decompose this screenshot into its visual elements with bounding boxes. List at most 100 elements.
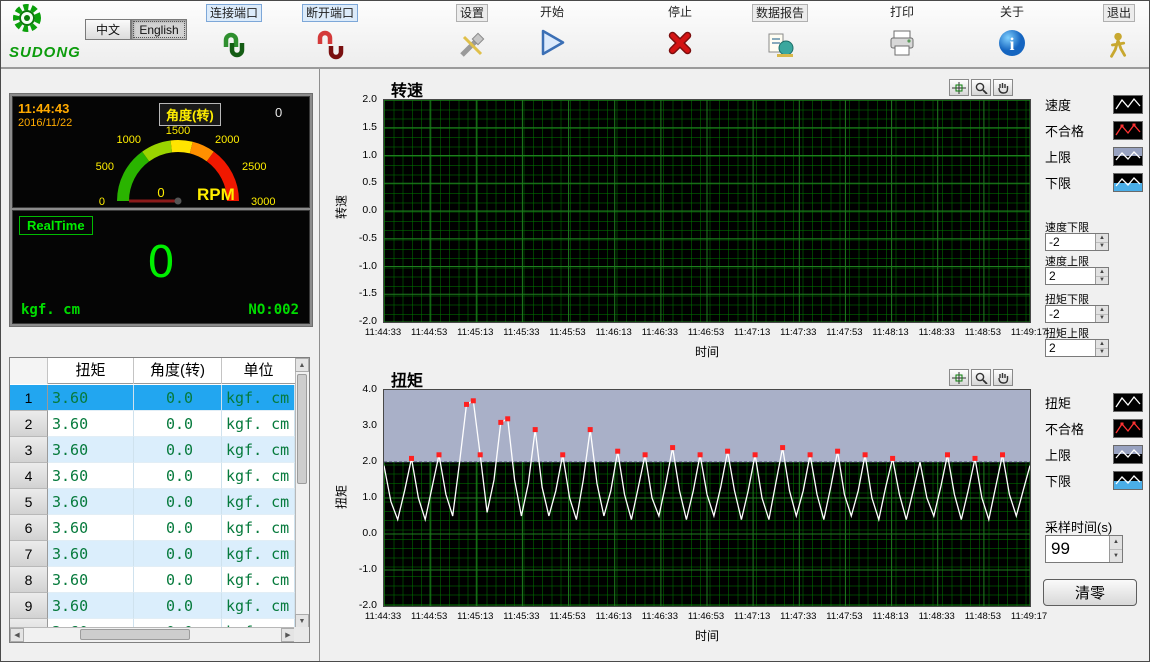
disconnect-port-button[interactable]: 断开端口 [295,4,365,62]
table-row[interactable]: 73.600.0kgf. cm [10,541,295,567]
speed-lower-limit-spinner[interactable]: -2 ▲▼ [1045,233,1109,251]
gear-logo-icon [9,3,49,39]
decrement-button[interactable]: ▼ [1096,349,1108,357]
table-row[interactable]: 93.600.0kgf. cm [10,593,295,619]
rpm-gauge: 0 500 1000 1500 2000 2500 3000 0 RPM [13,121,311,209]
connect-port-button[interactable]: 连接端口 [199,4,269,62]
x-tick-label: 11:46:13 [596,327,632,338]
table-row[interactable]: 43.600.0kgf. cm [10,463,295,489]
table-row[interactable]: 83.600.0kgf. cm [10,567,295,593]
data-report-icon [763,28,797,62]
pan-tool-button[interactable] [993,369,1013,386]
legend-item-upper-limit[interactable]: 上限 [1043,441,1145,467]
sample-time-value[interactable]: 99 [1046,536,1109,562]
torque-plot-area[interactable] [383,389,1031,607]
decrement-button[interactable]: ▼ [1096,243,1108,251]
decrement-button[interactable]: ▼ [1096,277,1108,285]
gauge-tick-1500: 1500 [166,125,190,137]
speed-lower-limit-value[interactable]: -2 [1046,234,1095,250]
exit-button[interactable]: 退出 [1091,4,1147,62]
table-cell: kgf. cm [222,437,295,463]
torque-upper-limit-spinner[interactable]: 2 ▲▼ [1045,339,1109,357]
row-number: 1 [10,385,48,411]
y-tick-label: 1.0 [362,149,377,161]
sample-time-label: 采样时间(s) [1045,517,1112,536]
scroll-up-button[interactable]: ▲ [295,358,309,372]
english-language-button[interactable]: English [131,19,187,40]
decrement-button[interactable]: ▼ [1096,315,1108,323]
legend-item-lower-limit[interactable]: 下限 [1043,169,1145,195]
crosshair-tool-button[interactable] [949,79,969,96]
increment-button[interactable]: ▲ [1110,536,1122,550]
exit-icon [1102,28,1136,62]
toolbar: SUDONG 中文 English 连接端口 断开端口 [1,1,1149,69]
x-tick-label: 11:45:53 [549,611,585,622]
upper-limit-icon [1113,147,1143,166]
increment-button[interactable]: ▲ [1096,340,1108,349]
torque-lower-limit-spinner[interactable]: -2 ▲▼ [1045,305,1109,323]
torque-upper-limit-value[interactable]: 2 [1046,340,1095,356]
gauge-tick-500: 500 [96,161,114,173]
table-cell: kgf. cm [222,541,295,567]
panel-divider [319,69,320,661]
increment-button[interactable]: ▲ [1096,234,1108,243]
scroll-down-button[interactable]: ▼ [295,614,309,628]
legend-item-fail[interactable]: 不合格 [1043,117,1145,143]
table-row[interactable]: 33.600.0kgf. cm [10,437,295,463]
y-tick-label: 2.0 [362,455,377,467]
table-row[interactable]: 23.600.0kgf. cm [10,411,295,437]
vertical-scrollbar[interactable]: ▲ ▼ [295,358,309,628]
pan-tool-button[interactable] [993,79,1013,96]
torque-x-axis-ticks: 11:44:3311:44:5311:45:1311:45:3311:45:53… [383,611,1031,624]
vertical-scroll-thumb[interactable] [297,374,307,484]
decrement-button[interactable]: ▼ [1110,550,1122,563]
zoom-tool-button[interactable] [971,79,991,96]
y-tick-label: 1.5 [362,121,377,133]
x-tick-label: 11:47:53 [826,611,862,622]
about-button[interactable]: 关于 i [977,4,1047,60]
legend-item-fail[interactable]: 不合格 [1043,415,1145,441]
x-tick-label: 11:45:13 [457,327,493,338]
legend-label: 下限 [1045,173,1071,192]
legend-item-upper-limit[interactable]: 上限 [1043,143,1145,169]
increment-button[interactable]: ▲ [1096,306,1108,315]
row-number: 6 [10,515,48,541]
table-cell: 0.0 [134,411,222,437]
settings-button[interactable]: 设置 [437,4,507,62]
x-tick-label: 11:48:53 [965,327,1001,338]
zoom-tool-button[interactable] [971,369,991,386]
torque-x-axis-label: 时间 [383,627,1031,644]
increment-button[interactable]: ▲ [1096,268,1108,277]
torque-trace-icon [1113,393,1143,412]
sample-time-spinner[interactable]: 99 ▲▼ [1045,535,1123,563]
horizontal-scrollbar[interactable]: ◀ ▶ [10,627,295,642]
disconnect-port-label: 断开端口 [302,4,358,22]
clear-button[interactable]: 清零 [1043,579,1137,606]
scroll-right-button[interactable]: ▶ [281,628,295,642]
speed-upper-limit-spinner[interactable]: 2 ▲▼ [1045,267,1109,285]
legend-item-torque[interactable]: 扭矩 [1043,389,1145,415]
horizontal-scroll-thumb[interactable] [80,629,190,640]
legend-label: 上限 [1045,147,1071,166]
stop-button[interactable]: 停止 [645,4,715,60]
chinese-language-button[interactable]: 中文 [85,19,131,40]
speed-upper-limit-value[interactable]: 2 [1046,268,1095,284]
logo-text: SUDONG [9,44,79,61]
speed-plot-area[interactable] [383,99,1031,323]
print-button[interactable]: 打印 [867,4,937,60]
data-report-button[interactable]: 数据报告 [745,4,815,62]
legend-item-speed[interactable]: 速度 [1043,91,1145,117]
torque-lower-limit-value[interactable]: -2 [1046,306,1095,322]
table-row[interactable]: 13.600.0kgf. cm [10,385,295,411]
table-row[interactable]: 63.600.0kgf. cm [10,515,295,541]
x-tick-label: 11:48:53 [965,611,1001,622]
legend-item-lower-limit[interactable]: 下限 [1043,467,1145,493]
start-button[interactable]: 开始 [517,4,587,60]
table-row[interactable]: 53.600.0kgf. cm [10,489,295,515]
table-cell: 3.60 [48,541,134,567]
table-cell: 3.60 [48,437,134,463]
table-cell: 3.60 [48,411,134,437]
y-tick-label: 2.0 [362,93,377,105]
crosshair-tool-button[interactable] [949,369,969,386]
scroll-left-button[interactable]: ◀ [10,628,24,642]
